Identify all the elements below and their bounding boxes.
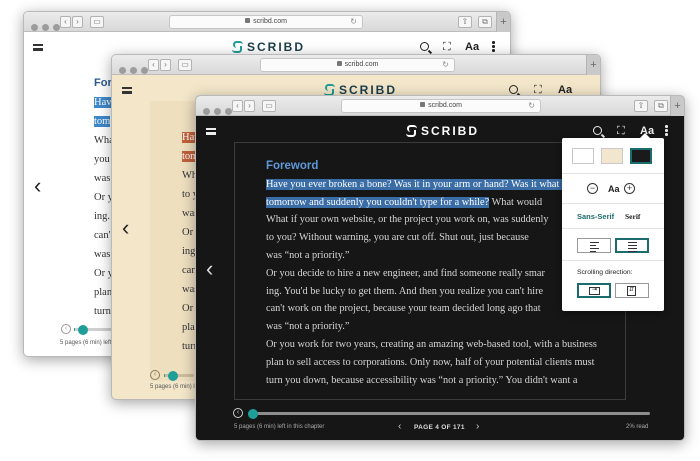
highlight-fragment[interactable]: tom xyxy=(94,116,111,127)
forward-nav-button[interactable]: › xyxy=(160,59,171,71)
pages-left-text: 5 pages (6 min) left in this chapter xyxy=(234,424,325,430)
reading-progress-bar[interactable] xyxy=(248,408,650,419)
previous-page-button[interactable]: ‹ xyxy=(398,421,401,432)
reload-icon[interactable]: ↻ xyxy=(442,59,449,71)
url-text: scribd.com xyxy=(428,102,462,109)
text-line: turn you down, because accessibility was… xyxy=(266,374,578,386)
back-nav-button[interactable]: ‹ xyxy=(148,59,159,71)
reload-icon[interactable]: ↻ xyxy=(528,100,535,112)
text-line: What would xyxy=(489,196,543,208)
url-text: scribd.com xyxy=(253,18,287,25)
address-bar[interactable]: scribd.com ↻ xyxy=(341,99,541,113)
search-icon[interactable] xyxy=(593,126,602,135)
justify-icon xyxy=(628,242,637,254)
font-settings-button[interactable]: Aa xyxy=(465,40,479,54)
menu-icon[interactable] xyxy=(122,87,132,94)
share-icon[interactable]: ⇧ xyxy=(634,100,648,112)
progress-fill xyxy=(164,374,165,377)
popup-divider xyxy=(562,228,664,229)
font-size-label: Aa xyxy=(608,184,620,194)
font-sans-serif-option[interactable]: Sans-Serif xyxy=(577,212,614,221)
menu-icon[interactable] xyxy=(206,128,216,135)
popup-divider xyxy=(562,260,664,261)
lock-icon xyxy=(336,61,342,66)
new-tab-button[interactable]: + xyxy=(496,12,510,32)
tabs-icon[interactable]: ⧉ xyxy=(478,16,492,28)
reload-icon[interactable]: ↻ xyxy=(350,16,357,28)
progress-knob[interactable] xyxy=(78,324,88,335)
scroll-vertical-button[interactable]: ⇵ xyxy=(615,283,649,298)
tabs-icon[interactable]: ⧉ xyxy=(654,100,668,112)
theme-swatch-dark[interactable] xyxy=(630,148,652,164)
search-icon[interactable] xyxy=(509,85,518,94)
share-icon[interactable]: ⇧ xyxy=(458,16,472,28)
horizontal-scroll-icon: ⇥ xyxy=(589,287,600,295)
scribd-logo[interactable]: SCRIBD xyxy=(406,124,479,138)
lock-icon xyxy=(245,18,251,23)
menu-icon[interactable] xyxy=(33,44,43,51)
text-line: plan to sell access to corporations. Onl… xyxy=(266,356,595,368)
back-nav-button[interactable]: ‹ xyxy=(232,100,243,112)
new-tab-button[interactable]: + xyxy=(670,96,684,116)
popup-caret xyxy=(640,133,650,138)
theme-swatch-sepia[interactable] xyxy=(601,148,623,164)
decrease-font-size-button[interactable]: − xyxy=(587,183,598,194)
pages-left-text: 5 pages (6 min) l xyxy=(150,384,195,390)
scrolling-direction-label: Scrolling direction: xyxy=(577,269,633,276)
popup-divider xyxy=(562,173,664,174)
align-left-icon xyxy=(590,242,599,254)
fullscreen-icon[interactable]: ⛶ xyxy=(617,124,625,138)
scribd-logo-icon xyxy=(406,125,417,137)
back-nav-button[interactable]: ‹ xyxy=(60,16,71,28)
scribd-logo-icon xyxy=(232,41,243,53)
reading-progress-bar[interactable] xyxy=(164,370,194,381)
reader-settings-popup: − Aa + Sans-Serif Serif Scrolling direct… xyxy=(562,133,664,311)
highlighted-passage[interactable]: tomorrow and suddenly you couldn't type … xyxy=(266,196,490,208)
more-options-icon[interactable] xyxy=(492,41,495,53)
search-icon[interactable] xyxy=(420,42,429,51)
address-bar[interactable]: scribd.com ↻ xyxy=(260,58,455,72)
scroll-horizontal-button[interactable]: ⇥ xyxy=(577,283,611,298)
browser-chrome: ‹ › ▭ scribd.com ↻ ⇧ ⧉ + xyxy=(196,96,684,116)
next-page-button[interactable]: › xyxy=(476,421,479,432)
sidebar-toggle-icon[interactable]: ▭ xyxy=(262,100,276,112)
back-to-start-icon[interactable]: ‹ xyxy=(150,370,160,380)
progress-knob[interactable] xyxy=(248,408,258,419)
back-to-start-icon[interactable]: ‹ xyxy=(233,408,243,418)
highlight-fragment[interactable]: Hav xyxy=(94,97,112,108)
previous-page-arrow[interactable]: ‹ xyxy=(122,217,129,239)
text-line: Or you work for two years, creating an a… xyxy=(266,338,597,350)
previous-page-arrow[interactable]: ‹ xyxy=(34,175,41,197)
address-bar[interactable]: scribd.com ↻ xyxy=(169,15,363,29)
previous-page-arrow[interactable]: ‹ xyxy=(206,258,213,280)
font-serif-option[interactable]: Serif xyxy=(625,212,640,221)
browser-chrome: ‹ › ▭ scribd.com ↻ ⇧ ⧉ + xyxy=(24,12,510,32)
back-to-start-icon[interactable]: ‹ xyxy=(61,324,71,334)
percent-read: 2% read xyxy=(626,424,649,430)
page-indicator: PAGE 4 OF 171 xyxy=(414,424,465,431)
lock-icon xyxy=(420,102,426,107)
sidebar-toggle-icon[interactable]: ▭ xyxy=(90,16,104,28)
sidebar-toggle-icon[interactable]: ▭ xyxy=(178,59,192,71)
url-text: scribd.com xyxy=(344,61,379,68)
forward-nav-button[interactable]: › xyxy=(244,100,255,112)
more-options-icon[interactable] xyxy=(665,125,668,137)
forward-nav-button[interactable]: › xyxy=(72,16,83,28)
progress-knob[interactable] xyxy=(168,370,178,381)
vertical-scroll-icon: ⇵ xyxy=(627,286,636,296)
theme-swatch-white[interactable] xyxy=(572,148,594,164)
progress-fill xyxy=(74,328,76,331)
pages-left-text: 5 pages (6 min) left xyxy=(60,340,112,346)
scribd-logo[interactable]: SCRIBD xyxy=(232,40,305,54)
justify-button[interactable] xyxy=(615,238,649,253)
fullscreen-icon[interactable]: ⛶ xyxy=(443,40,451,54)
increase-font-size-button[interactable]: + xyxy=(624,183,635,194)
popup-divider xyxy=(562,203,664,204)
browser-chrome: ‹ › ▭ scribd.com ↻ + xyxy=(112,55,600,75)
align-left-button[interactable] xyxy=(577,238,611,253)
highlighted-passage[interactable]: Have you ever broken a bone? Was it in y… xyxy=(266,178,569,190)
new-tab-button[interactable]: + xyxy=(586,55,600,75)
text-line: was “not a priority.” xyxy=(266,321,350,333)
